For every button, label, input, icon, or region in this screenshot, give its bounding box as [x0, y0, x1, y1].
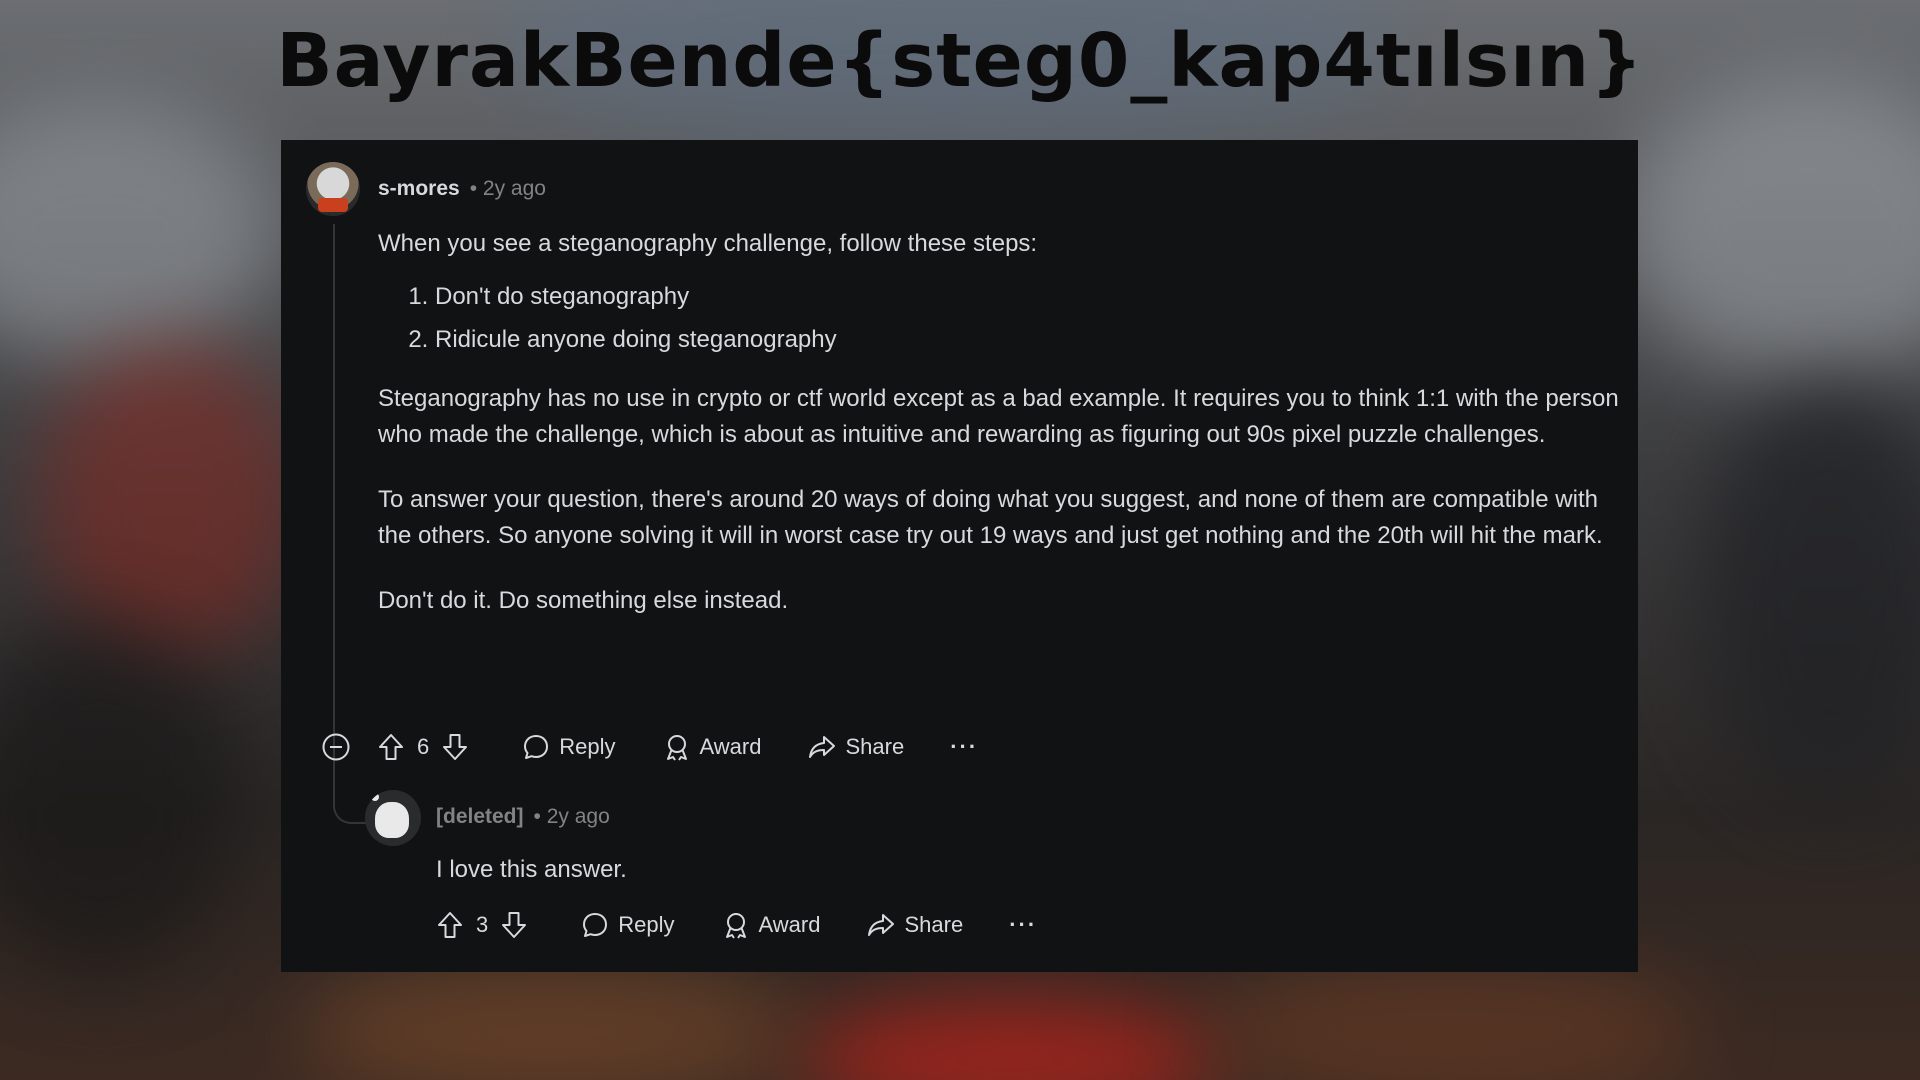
collapse-button[interactable]: [321, 732, 351, 762]
comment-card: s-mores • 2y ago When you see a steganogr…: [281, 140, 1638, 972]
upvote-button[interactable]: [436, 910, 464, 940]
steps-list: Don't do steganography Ridicule anyone d…: [378, 279, 1623, 359]
avatar[interactable]: [306, 162, 360, 216]
reply-label: Reply: [559, 734, 616, 759]
upvote-icon: [379, 734, 403, 760]
reply-button[interactable]: Reply: [580, 910, 675, 940]
upvote-icon: [438, 912, 462, 938]
reply-actions: 3 Reply Award Share ···: [436, 910, 1037, 940]
award-label: Award: [699, 734, 762, 759]
award-icon: [725, 913, 746, 939]
list-item: Ridicule anyone doing steganography: [435, 322, 1623, 359]
comment-intro: When you see a steganography challenge, …: [378, 230, 1038, 257]
reply-button[interactable]: Reply: [521, 732, 616, 762]
award-icon: [666, 735, 687, 761]
vote-count: 6: [417, 734, 430, 759]
upvote-button[interactable]: [377, 732, 405, 762]
share-button[interactable]: Share: [866, 910, 963, 940]
share-button[interactable]: Share: [807, 732, 904, 762]
comment-bubble-icon: [583, 913, 608, 937]
more-options-button[interactable]: ···: [950, 734, 978, 760]
avatar[interactable]: [365, 790, 421, 846]
reply-meta: [deleted] • 2y ago: [436, 805, 610, 829]
award-label: Award: [758, 912, 821, 937]
downvote-icon: [443, 734, 468, 760]
comment-paragraph: Steganography has no use in crypto or ct…: [378, 384, 1619, 449]
downvote-icon: [502, 912, 527, 938]
share-label: Share: [845, 734, 905, 759]
downvote-button[interactable]: [441, 732, 469, 762]
more-options-button[interactable]: ···: [1009, 912, 1037, 938]
list-item: Don't do steganography: [435, 279, 1623, 316]
downvote-button[interactable]: [500, 910, 528, 940]
comment-paragraph: To answer your question, there's around …: [378, 485, 1603, 550]
comment-actions: 6 Reply Award Share ···: [321, 732, 978, 762]
share-label: Share: [904, 912, 964, 937]
comment-paragraph: Don't do it. Do something else instead.: [378, 586, 789, 614]
reply-label: Reply: [618, 912, 675, 937]
comment-body: When you see a steganography challenge, …: [378, 226, 1623, 619]
timestamp[interactable]: • 2y ago: [470, 177, 546, 200]
timestamp[interactable]: • 2y ago: [534, 805, 610, 828]
overlay-title: BayrakBende{steg0_kap4tılsın}: [276, 18, 1644, 104]
username-link[interactable]: s-mores: [378, 177, 460, 200]
share-icon: [809, 736, 836, 758]
award-button[interactable]: Award: [662, 732, 762, 762]
share-icon: [868, 914, 895, 936]
comment-meta: s-mores • 2y ago: [378, 177, 546, 201]
comment-bubble-icon: [524, 735, 549, 759]
award-button[interactable]: Award: [721, 910, 821, 940]
username-deleted: [deleted]: [436, 805, 524, 828]
thread-line[interactable]: [333, 224, 335, 772]
collapse-icon: [322, 733, 350, 761]
vote-count: 3: [476, 912, 489, 937]
reply-body: I love this answer.: [436, 856, 627, 883]
